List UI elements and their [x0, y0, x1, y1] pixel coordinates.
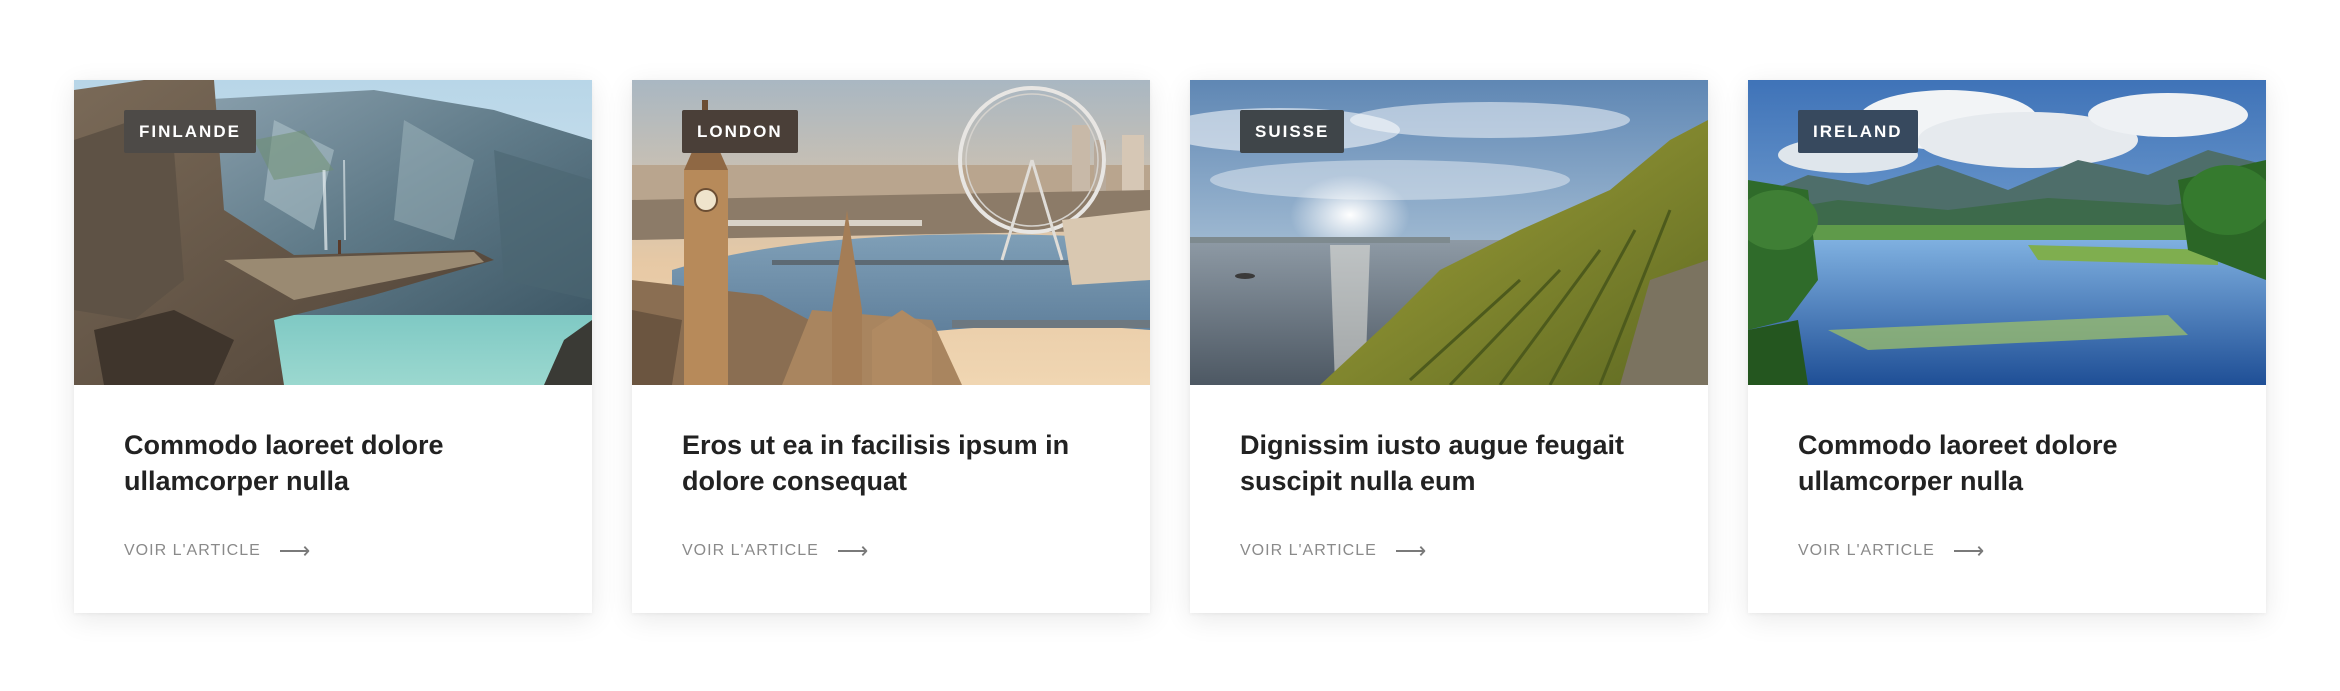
read-article-link[interactable]: VOIR L'ARTICLE ⟶ — [1798, 538, 1986, 563]
read-article-link[interactable]: VOIR L'ARTICLE ⟶ — [1240, 538, 1428, 563]
read-article-label: VOIR L'ARTICLE — [1240, 542, 1377, 559]
location-badge: FINLANDE — [124, 110, 256, 153]
article-card-ireland[interactable]: IRELAND Commodo laoreet dolore ullamcorp… — [1748, 80, 2266, 613]
arrow-right-icon: ⟶ — [1394, 538, 1428, 563]
card-title[interactable]: Dignissim iusto augue feugait suscipit n… — [1240, 427, 1640, 499]
card-image-london[interactable]: LONDON — [632, 80, 1150, 385]
article-cards: FINLANDE Commodo laoreet dolore ullamcor… — [74, 80, 2266, 613]
location-badge: LONDON — [682, 110, 798, 153]
location-badge: IRELAND — [1798, 110, 1918, 153]
card-title[interactable]: Commodo laoreet dolore ullamcorper nulla — [124, 427, 524, 499]
read-article-label: VOIR L'ARTICLE — [124, 542, 261, 559]
read-article-label: VOIR L'ARTICLE — [682, 542, 819, 559]
article-card-finlande[interactable]: FINLANDE Commodo laoreet dolore ullamcor… — [74, 80, 592, 613]
card-image-ireland-lake[interactable]: IRELAND — [1748, 80, 2266, 385]
read-article-link[interactable]: VOIR L'ARTICLE ⟶ — [682, 538, 870, 563]
card-title[interactable]: Eros ut ea in facilisis ipsum in dolore … — [682, 427, 1082, 499]
arrow-right-icon: ⟶ — [1952, 538, 1986, 563]
card-image-fjord[interactable]: FINLANDE — [74, 80, 592, 385]
read-article-link[interactable]: VOIR L'ARTICLE ⟶ — [124, 538, 312, 563]
arrow-right-icon: ⟶ — [836, 538, 870, 563]
read-article-label: VOIR L'ARTICLE — [1798, 542, 1935, 559]
location-badge: SUISSE — [1240, 110, 1345, 153]
card-title[interactable]: Commodo laoreet dolore ullamcorper nulla — [1798, 427, 2198, 499]
article-card-london[interactable]: LONDON Eros ut ea in facilisis ipsum in … — [632, 80, 1150, 613]
article-card-suisse[interactable]: SUISSE Dignissim iusto augue feugait sus… — [1190, 80, 1708, 613]
card-image-lake-vineyard[interactable]: SUISSE — [1190, 80, 1708, 385]
arrow-right-icon: ⟶ — [278, 538, 312, 563]
